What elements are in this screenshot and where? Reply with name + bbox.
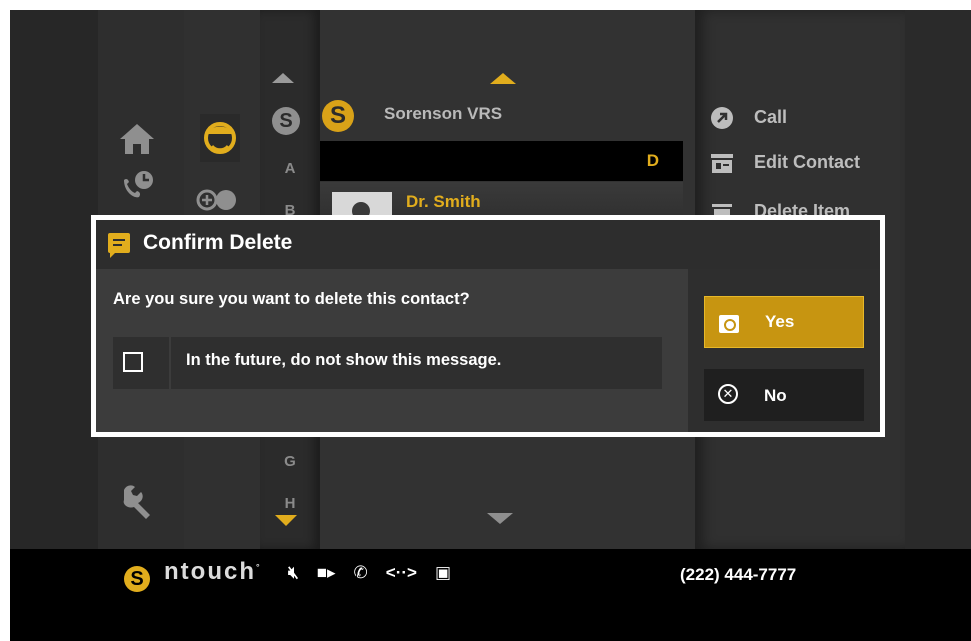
- contacts-person-icon[interactable]: [200, 114, 240, 162]
- settings-wrench-icon[interactable]: [118, 482, 156, 520]
- dialog-body: Are you sure you want to delete this con…: [96, 269, 688, 432]
- call-label: Call: [754, 106, 788, 127]
- dont-show-again-row[interactable]: In the future, do not show this message.: [113, 337, 662, 389]
- video-camera-icon[interactable]: ■▸: [317, 563, 336, 582]
- add-contact-icon[interactable]: [195, 184, 239, 218]
- call-history-icon[interactable]: [120, 170, 158, 200]
- sorenson-logo-icon: S: [322, 100, 354, 132]
- confirm-trash-icon: [719, 315, 739, 333]
- edit-contact-icon: [711, 154, 733, 173]
- dialog-header: Confirm Delete: [96, 220, 880, 269]
- sorenson-filter-icon[interactable]: S: [272, 107, 300, 135]
- dont-show-again-checkbox[interactable]: [123, 352, 143, 372]
- edit-contact-action[interactable]: Edit Contact: [710, 151, 860, 175]
- status-bar: [10, 549, 971, 641]
- alpha-scroll-up-icon[interactable]: [272, 73, 294, 83]
- message-icon: [108, 233, 130, 253]
- brand-name: ntouch°: [164, 558, 262, 585]
- section-letter: D: [646, 151, 659, 170]
- close-icon: ✕: [718, 384, 738, 404]
- call-arrow-icon: [711, 107, 733, 129]
- yes-label: Yes: [765, 312, 795, 331]
- signal-icon[interactable]: <··>: [386, 563, 417, 582]
- dont-show-again-label: In the future, do not show this message.: [186, 351, 502, 369]
- ntouch-logo-icon: S: [124, 566, 150, 592]
- contact-name: Sorenson VRS: [384, 104, 503, 123]
- alpha-letter-a[interactable]: A: [276, 160, 304, 177]
- phone-icon[interactable]: ✆: [354, 563, 368, 582]
- contact-name: Dr. Smith: [406, 192, 481, 211]
- mic-muted-icon[interactable]: 🔇︎: [288, 563, 299, 582]
- dialog-actions: Yes ✕ No: [688, 269, 880, 432]
- phone-number: (222) 444-7777: [680, 565, 797, 584]
- edit-contact-label: Edit Contact: [754, 151, 860, 172]
- section-header: D: [320, 141, 683, 181]
- status-icons: 🔇︎ ■▸ ✆ <··> ▣: [288, 563, 469, 583]
- dialog-title: Confirm Delete: [143, 231, 293, 254]
- monitor-icon[interactable]: ▣: [435, 563, 451, 582]
- list-scroll-up-icon[interactable]: [490, 73, 516, 84]
- alpha-letter-g[interactable]: G: [276, 453, 304, 470]
- call-action[interactable]: Call: [710, 106, 787, 130]
- no-button[interactable]: ✕ No: [704, 369, 864, 421]
- no-label: No: [764, 386, 787, 405]
- list-item[interactable]: S Sorenson VRS: [320, 96, 695, 138]
- dialog-question: Are you sure you want to delete this con…: [113, 290, 470, 308]
- home-icon[interactable]: [118, 122, 156, 156]
- alpha-letter-h[interactable]: H: [276, 495, 304, 512]
- alpha-scroll-down-icon[interactable]: [275, 515, 297, 526]
- right-margin-column: [905, 10, 971, 549]
- list-scroll-down-icon[interactable]: [487, 513, 513, 524]
- confirm-delete-dialog: Confirm Delete Are you sure you want to …: [91, 215, 885, 437]
- yes-button[interactable]: Yes: [704, 296, 864, 348]
